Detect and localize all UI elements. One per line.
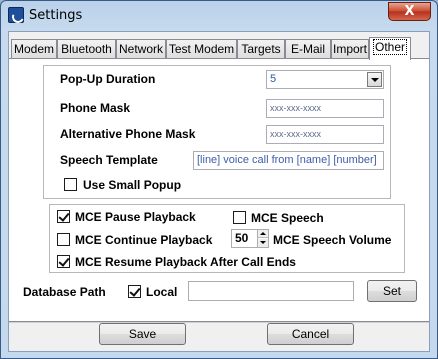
database-path-label: Database Path (23, 285, 106, 299)
mce-continue-playback-label: MCE Continue Playback (75, 233, 213, 247)
speech-template-label: Speech Template (60, 153, 158, 167)
footer-divider (9, 322, 429, 323)
tab-other[interactable]: Other (369, 37, 411, 60)
tab-import[interactable]: Import (331, 39, 369, 59)
mce-speech-checkbox[interactable] (233, 211, 246, 224)
client-area: Modem Bluetooth Network Test Modem Targe… (8, 31, 430, 352)
phone-mask-field[interactable]: xxx-xxx-xxxx (266, 99, 384, 118)
phone-mask-label: Phone Mask (60, 101, 131, 115)
stepper-down-icon[interactable] (258, 239, 268, 247)
stepper-up-icon[interactable] (258, 230, 268, 238)
save-button[interactable]: Save (99, 323, 186, 345)
tab-e-mail[interactable]: E-Mail (285, 39, 331, 59)
mce-pause-playback-label: MCE Pause Playback (75, 210, 196, 224)
tab-test-modem[interactable]: Test Modem (166, 39, 237, 59)
tab-bluetooth[interactable]: Bluetooth (57, 39, 116, 59)
tab-targets[interactable]: Targets (237, 39, 285, 59)
stepper-buttons (257, 230, 268, 247)
popup-duration-label: Pop-Up Duration (60, 72, 156, 86)
popup-duration-select[interactable]: 5 (266, 70, 384, 89)
mce-pause-playback-checkbox[interactable] (57, 210, 70, 223)
mce-settings-group: MCE Pause Playback MCE Speech MCE Contin… (49, 204, 405, 273)
set-database-path-button[interactable]: Set (367, 280, 417, 302)
mce-speech-volume-label: MCE Speech Volume (273, 233, 392, 247)
popup-duration-value: 5 (270, 73, 277, 85)
database-local-checkbox[interactable] (128, 285, 141, 298)
settings-window: Settings X Modem Bluetooth Network Test … (0, 0, 438, 359)
phone-app-icon (8, 7, 24, 23)
tab-modem[interactable]: Modem (11, 39, 57, 59)
other-tab-panel: Pop-Up Duration 5 Phone Mask xxx-xxx-xxx… (9, 58, 429, 322)
database-path-input[interactable] (188, 281, 354, 301)
mce-continue-playback-checkbox[interactable] (57, 233, 70, 246)
use-small-popup-label: Use Small Popup (83, 178, 182, 192)
close-button[interactable]: X (388, 2, 431, 21)
tab-strip: Modem Bluetooth Network Test Modem Targe… (9, 37, 429, 60)
tab-network[interactable]: Network (116, 39, 166, 59)
alt-phone-mask-label: Alternative Phone Mask (60, 127, 196, 141)
mce-speech-volume-value: 50 (235, 231, 249, 245)
popup-settings-group: Pop-Up Duration 5 Phone Mask xxx-xxx-xxx… (43, 65, 391, 199)
database-local-label: Local (146, 285, 178, 299)
title-bar[interactable]: Settings X (1, 1, 437, 31)
chevron-down-icon[interactable] (367, 72, 382, 87)
mce-speech-volume-stepper[interactable]: 50 (231, 229, 269, 248)
cancel-button[interactable]: Cancel (267, 323, 354, 345)
mce-resume-playback-label: MCE Resume Playback After Call Ends (75, 255, 296, 269)
alt-phone-mask-field[interactable]: xxx-xxx-xxxx (266, 125, 384, 144)
use-small-popup-checkbox[interactable] (64, 178, 77, 191)
mce-speech-label: MCE Speech (251, 211, 324, 225)
mce-resume-playback-checkbox[interactable] (57, 255, 70, 268)
speech-template-field[interactable]: [line] voice call from [name] [number] (193, 151, 384, 170)
window-title: Settings (29, 8, 83, 23)
